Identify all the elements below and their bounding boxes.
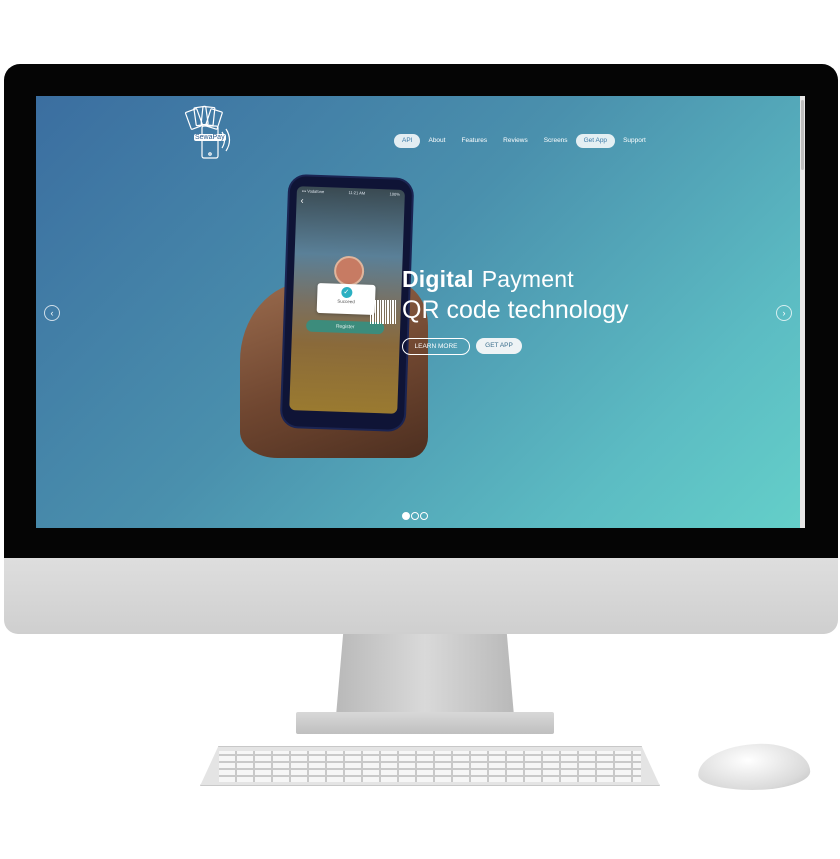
nav-item-get-app[interactable]: Get App <box>575 134 616 148</box>
phone-battery: 100% <box>389 191 400 197</box>
phone-carrier: ••• Vodafone <box>301 188 325 195</box>
phone-avatar <box>333 255 365 287</box>
sewapay-logo[interactable]: SewaPay <box>182 104 242 166</box>
mouse <box>697 742 811 792</box>
keyboard <box>200 746 660 786</box>
carousel-next-button[interactable]: › <box>776 305 792 321</box>
monitor-stand-base <box>296 712 554 734</box>
hero-headline-light: Payment <box>481 266 574 292</box>
nav-item-about[interactable]: About <box>420 134 453 148</box>
nav-item-support[interactable]: Support <box>615 134 654 148</box>
nav-item-screens[interactable]: Screens <box>536 134 576 148</box>
success-card: ✓ Succeed <box>316 282 376 315</box>
carousel-dots <box>402 512 428 520</box>
carousel-dot[interactable] <box>411 512 419 520</box>
phone-back-icon: ‹ <box>300 195 304 206</box>
get-app-button[interactable]: GET APP <box>476 338 522 354</box>
logo-text: SewaPay <box>194 134 226 141</box>
nav-item-reviews[interactable]: Reviews <box>495 134 536 148</box>
keyboard-keys <box>219 751 641 782</box>
phone-time: 11:21 AM <box>348 189 366 196</box>
nav-item-features[interactable]: Features <box>453 134 495 148</box>
phone-status-bar: ••• Vodafone 11:21 AM 100% <box>302 188 400 196</box>
monitor-stand <box>336 634 514 716</box>
carousel-dot[interactable] <box>402 512 410 520</box>
hero-headline: Digital Payment <box>402 266 574 293</box>
learn-more-button[interactable]: LEARN MORE <box>402 338 470 355</box>
success-label: Succeed <box>337 298 355 305</box>
barcode-icon <box>370 300 396 324</box>
monitor-chin <box>4 558 838 634</box>
main-nav: API About Features Reviews Screens Get A… <box>394 133 654 149</box>
carousel-dot[interactable] <box>420 512 428 520</box>
check-icon: ✓ <box>340 286 353 299</box>
hero-subheadline: QR code technology <box>402 296 629 324</box>
nav-item-api[interactable]: API <box>394 134 421 148</box>
website-screen: SewaPay API About Features Reviews Scree… <box>36 96 800 528</box>
carousel-prev-button[interactable]: ‹ <box>44 305 60 321</box>
scrollbar-thumb[interactable] <box>801 100 804 170</box>
hero-headline-bold: Digital <box>402 266 474 292</box>
